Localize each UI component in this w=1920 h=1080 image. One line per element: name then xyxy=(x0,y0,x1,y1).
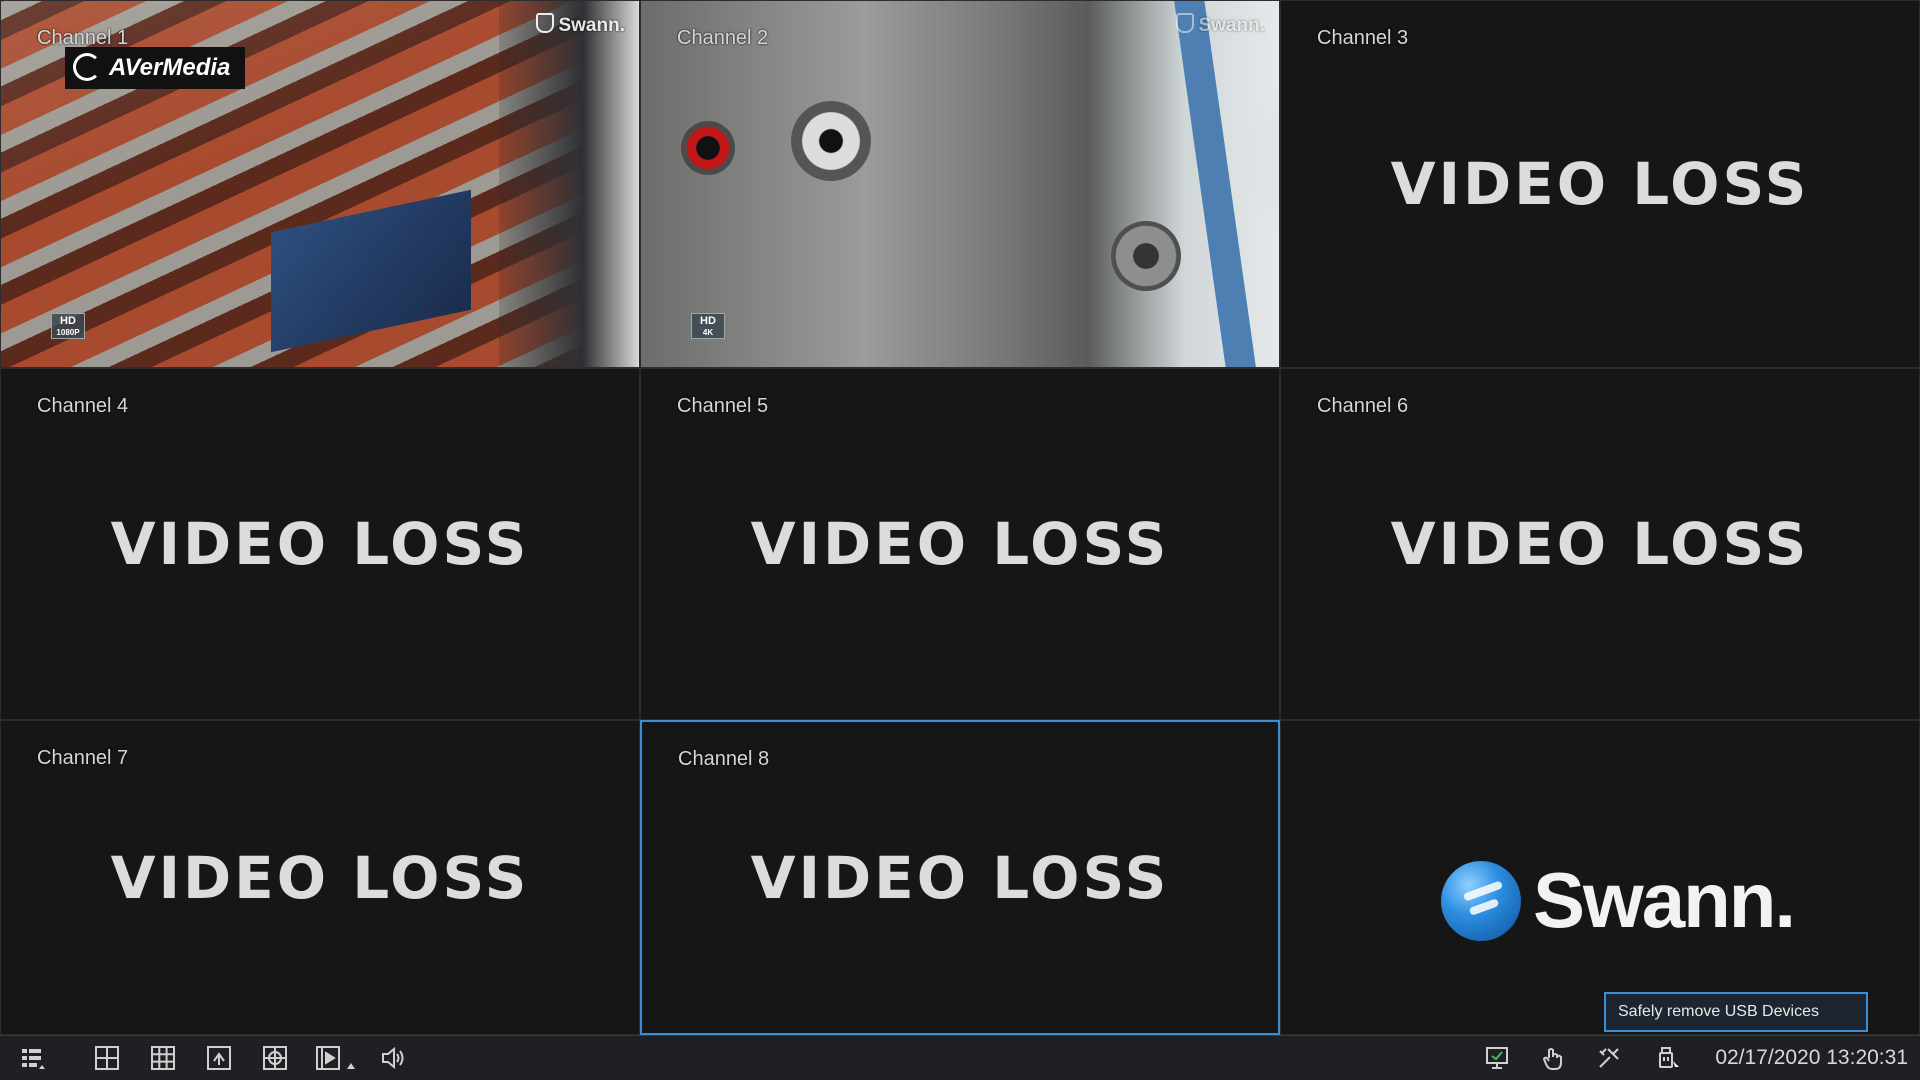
cable-shape xyxy=(1171,1,1261,367)
red-jack-shape xyxy=(681,121,735,175)
video-loss-text: VIDEO LOSS xyxy=(110,843,530,912)
channel-2-label: Channel 2 xyxy=(677,27,769,49)
bnc-connector-shape xyxy=(1111,221,1181,291)
video-loss-text: VIDEO LOSS xyxy=(110,510,530,578)
layout-9-icon[interactable] xyxy=(148,1044,178,1072)
usb-tooltip: Safely remove USB Devices xyxy=(1604,992,1868,1032)
channel-3-label: Channel 3 xyxy=(1317,27,1409,49)
datetime-display: 02/17/2020 13:20:31 xyxy=(1715,1046,1908,1069)
camera-scene-shade xyxy=(499,1,639,367)
usb-icon[interactable] xyxy=(1652,1044,1682,1072)
video-loss-text: VIDEO LOSS xyxy=(1390,510,1810,578)
monitor-icon[interactable] xyxy=(1482,1044,1512,1072)
taskbar: 02/17/2020 13:20:31 xyxy=(0,1035,1920,1080)
video-loss-text: VIDEO LOSS xyxy=(1390,150,1810,218)
video-loss-text: VIDEO LOSS xyxy=(750,843,1170,912)
channel-8-tile[interactable]: Channel 8 VIDEO LOSS xyxy=(640,720,1280,1035)
channel-5-label: Channel 5 xyxy=(677,395,769,417)
sequence-icon[interactable] xyxy=(260,1044,290,1072)
tools-icon[interactable] xyxy=(1594,1044,1624,1072)
channel-7-label: Channel 7 xyxy=(37,747,129,769)
swann-watermark: Swann. xyxy=(536,13,625,37)
video-loss-text: VIDEO LOSS xyxy=(750,510,1170,578)
channel-8-label: Channel 8 xyxy=(678,748,770,770)
avermedia-icon xyxy=(73,53,101,81)
avermedia-logo: AVerMedia xyxy=(65,47,245,89)
swann-watermark: Swann. xyxy=(1176,13,1265,37)
swann-shield-icon xyxy=(536,13,555,33)
channel-7-tile[interactable]: Channel 7 VIDEO LOSS xyxy=(0,720,640,1035)
channel-5-tile[interactable]: Channel 5 VIDEO LOSS xyxy=(640,368,1280,720)
hd-badge-label: HD xyxy=(700,315,716,327)
swann-logo-tile: Swann. xyxy=(1280,720,1920,1035)
channel-6-tile[interactable]: Channel 6 VIDEO LOSS xyxy=(1280,368,1920,720)
layout-4-icon[interactable] xyxy=(92,1044,122,1072)
swann-globe-icon xyxy=(1441,860,1521,941)
swann-watermark-text: Swann. xyxy=(1198,15,1265,36)
channel-3-tile[interactable]: Channel 3 VIDEO LOSS xyxy=(1280,0,1920,368)
channel-2-tile[interactable]: Channel 2 Swann. HD 4K xyxy=(640,0,1280,368)
camera-grid: Channel 1 AVerMedia Swann. HD 1080P Chan… xyxy=(0,0,1920,1035)
channel-1-tile[interactable]: Channel 1 AVerMedia Swann. HD 1080P xyxy=(0,0,640,368)
swann-watermark-text: Swann. xyxy=(558,15,625,36)
swann-brand-logo: Swann. xyxy=(1441,855,1796,946)
playback-icon[interactable] xyxy=(312,1044,362,1072)
hd-badge-label: HD xyxy=(60,315,76,327)
swann-shield-icon xyxy=(1176,13,1195,33)
hd-badge-res: 4K xyxy=(702,328,714,337)
camera-scene-box xyxy=(271,189,471,353)
hd-badge: HD 1080P xyxy=(51,313,85,339)
white-jack-shape xyxy=(791,101,871,181)
swann-brand-text: Swann. xyxy=(1533,856,1796,944)
avermedia-text: AVerMedia xyxy=(109,54,231,81)
channel-4-tile[interactable]: Channel 4 VIDEO LOSS xyxy=(0,368,640,720)
manual-record-icon[interactable] xyxy=(1538,1044,1568,1072)
single-view-icon[interactable] xyxy=(204,1044,234,1072)
hd-badge-res: 1080P xyxy=(56,328,80,337)
hd-badge: HD 4K xyxy=(691,313,725,339)
channel-4-label: Channel 4 xyxy=(37,395,129,417)
volume-icon[interactable] xyxy=(378,1044,408,1072)
menu-icon[interactable] xyxy=(18,1044,48,1072)
channel-6-label: Channel 6 xyxy=(1317,395,1409,417)
